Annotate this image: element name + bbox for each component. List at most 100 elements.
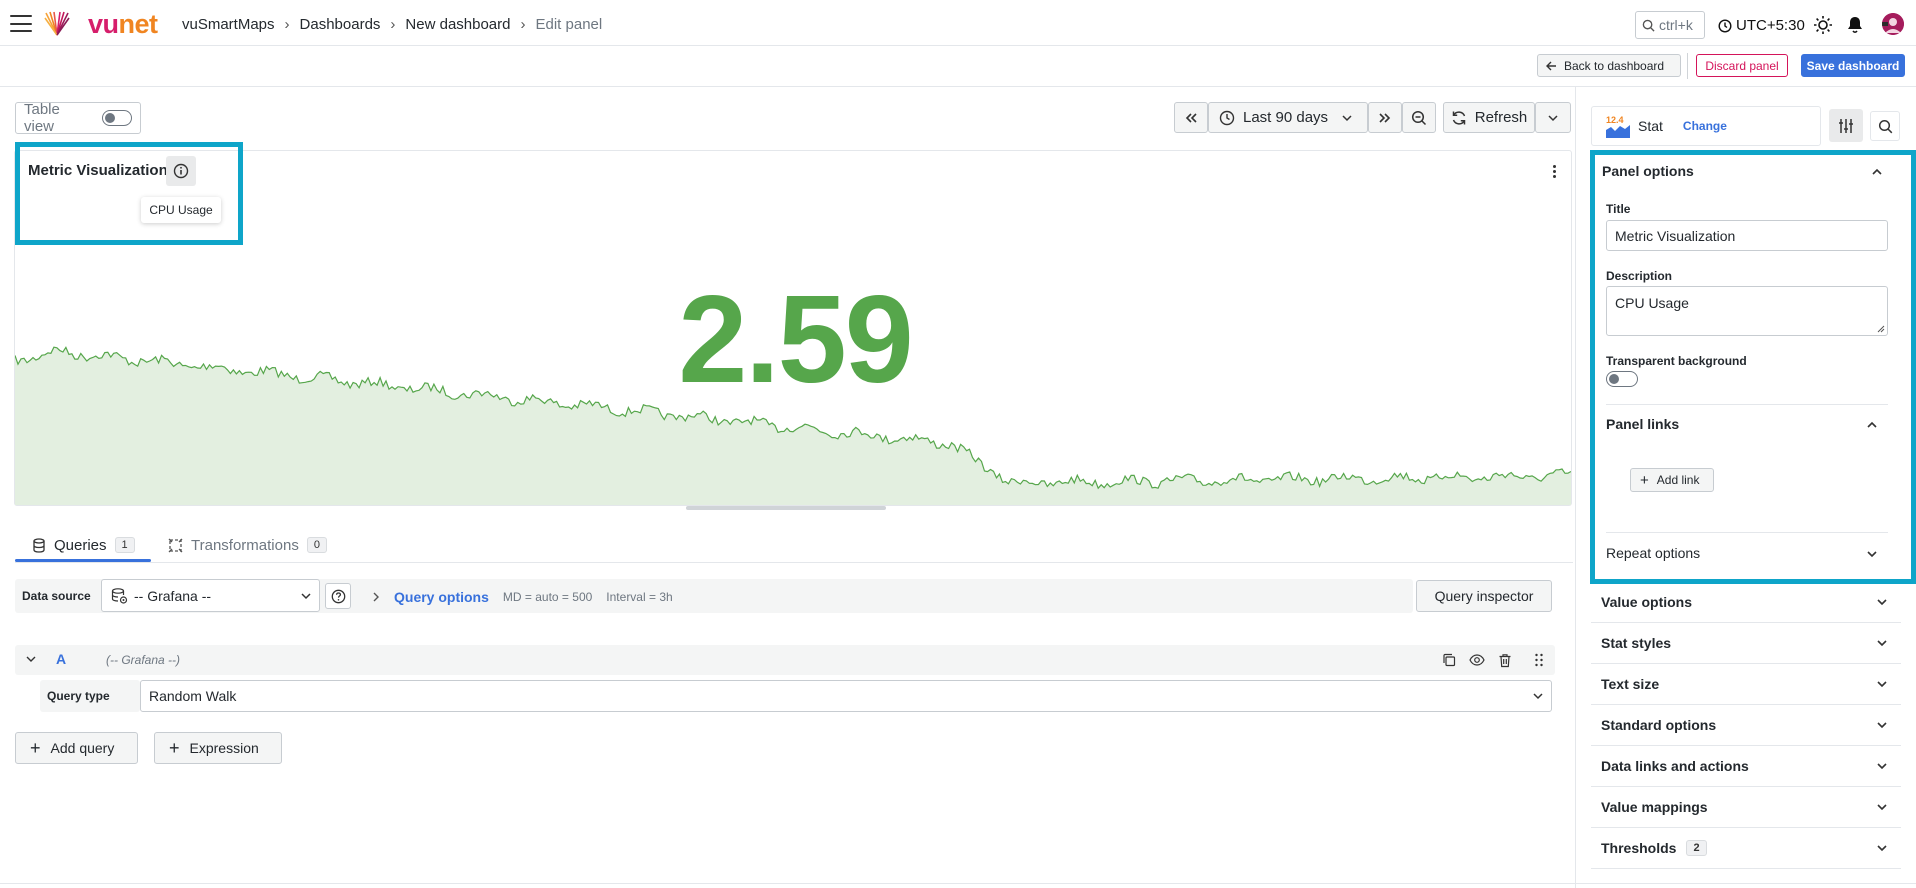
- datasource-help-button[interactable]: [325, 583, 351, 609]
- breadcrumb-item[interactable]: New dashboard: [405, 16, 510, 33]
- stat-value: 2.59: [678, 271, 913, 409]
- breadcrumb-item[interactable]: Dashboards: [300, 16, 381, 33]
- avatar[interactable]: [1882, 13, 1904, 35]
- delete-query-trash-icon[interactable]: [1496, 651, 1514, 669]
- collapse-chevron-icon[interactable]: [26, 654, 36, 664]
- notifications-icon[interactable]: [1846, 15, 1864, 35]
- description-value: CPU Usage: [1615, 295, 1689, 311]
- timezone-indicator[interactable]: UTC+5:30: [1718, 17, 1805, 34]
- value-mappings-section[interactable]: Value mappings: [1591, 787, 1901, 828]
- chevron-up-icon[interactable]: [1865, 418, 1879, 432]
- highlight-box-panel-header: [15, 142, 243, 245]
- theme-toggle-icon[interactable]: [1813, 15, 1833, 35]
- table-view-label: Table view: [24, 101, 60, 135]
- datasource-label: Data source: [22, 589, 91, 603]
- section-label: Value options: [1601, 594, 1693, 610]
- refresh-interval-dropdown[interactable]: [1535, 102, 1571, 133]
- chevron-down-icon: [1342, 114, 1352, 121]
- section-label: Value mappings: [1601, 799, 1708, 815]
- stat-styles-section[interactable]: Stat styles: [1591, 623, 1901, 664]
- search-placeholder: ctrl+k: [1659, 17, 1693, 33]
- change-visualization-link[interactable]: Change: [1683, 119, 1727, 133]
- query-options-toggle[interactable]: Query options MD = auto = 500 Interval =…: [372, 589, 673, 605]
- visualization-picker[interactable]: 12.4 Stat Change: [1591, 106, 1821, 146]
- hide-query-eye-icon[interactable]: [1468, 651, 1486, 669]
- section-divider: [1606, 404, 1888, 405]
- zoom-out-button[interactable]: [1402, 102, 1436, 133]
- title-field-label: Title: [1606, 202, 1631, 216]
- query-datasource-name: (-- Grafana --): [106, 653, 181, 667]
- datasource-select[interactable]: -- Grafana --: [101, 579, 320, 612]
- clock-icon: [1219, 110, 1235, 125]
- chevron-down-icon[interactable]: [1865, 547, 1879, 561]
- breadcrumb-separator-icon: ›: [390, 16, 396, 33]
- plus-icon: +: [1640, 471, 1649, 489]
- thresholds-section[interactable]: Thresholds 2: [1591, 828, 1901, 869]
- back-to-dashboard-button[interactable]: Back to dashboard: [1537, 54, 1681, 77]
- repeat-options-header[interactable]: Repeat options: [1606, 545, 1700, 561]
- arrow-left-icon: [1546, 61, 1556, 70]
- panel-menu-icon[interactable]: [1543, 160, 1565, 182]
- data-links-section[interactable]: Data links and actions: [1591, 746, 1901, 787]
- section-label: Text size: [1601, 676, 1660, 692]
- toggle-switch[interactable]: [101, 110, 132, 126]
- tab-transformations[interactable]: Transformations 0: [168, 534, 327, 556]
- transform-icon: [168, 538, 183, 552]
- description-textarea[interactable]: CPU Usage: [1606, 286, 1888, 336]
- add-query-button[interactable]: + Add query: [15, 732, 138, 764]
- page-bottom-border: [0, 883, 1916, 884]
- section-label: Data links and actions: [1601, 758, 1749, 774]
- add-link-button[interactable]: + Add link: [1630, 468, 1714, 492]
- menu-icon[interactable]: [10, 15, 32, 32]
- back-to-dashboard-label: Back to dashboard: [1564, 58, 1665, 73]
- title-input[interactable]: Metric Visualization: [1606, 220, 1888, 251]
- query-type-label: Query type: [40, 680, 140, 712]
- standard-options-section[interactable]: Standard options: [1591, 705, 1901, 746]
- panel-options-header[interactable]: Panel options: [1602, 163, 1694, 179]
- tab-transformations-count: 0: [306, 537, 327, 553]
- discard-panel-button[interactable]: Discard panel: [1696, 54, 1788, 77]
- save-dashboard-button[interactable]: Save dashboard: [1801, 54, 1905, 77]
- clock-icon: [1718, 18, 1732, 33]
- section-label: Thresholds: [1601, 840, 1677, 856]
- chevron-down-icon: [1877, 763, 1887, 770]
- resize-handle[interactable]: [686, 506, 886, 510]
- refresh-button[interactable]: Refresh: [1443, 102, 1535, 133]
- drag-handle-icon[interactable]: [1530, 651, 1548, 669]
- search-input[interactable]: ctrl+k: [1635, 11, 1705, 39]
- panel-links-header[interactable]: Panel links: [1606, 416, 1679, 432]
- query-inspector-button[interactable]: Query inspector: [1416, 580, 1552, 612]
- text-size-section[interactable]: Text size: [1591, 664, 1901, 705]
- brand-wordmark[interactable]: vunet: [88, 9, 158, 40]
- chevron-up-icon[interactable]: [1870, 165, 1884, 179]
- options-pane-divider: [1575, 87, 1576, 888]
- table-view-toggle[interactable]: Table view: [15, 101, 141, 135]
- query-type-select[interactable]: Random Walk: [140, 680, 1552, 712]
- search-options-button[interactable]: [1870, 111, 1900, 141]
- all-options-button[interactable]: [1829, 109, 1863, 142]
- toolbar-divider: [1687, 53, 1688, 79]
- value-options-section[interactable]: Value options: [1591, 582, 1901, 623]
- duplicate-query-icon[interactable]: [1440, 651, 1458, 669]
- transparent-background-toggle[interactable]: [1606, 371, 1638, 387]
- query-type-value: Random Walk: [149, 688, 237, 704]
- time-shift-back-button[interactable]: [1174, 102, 1208, 133]
- viz-icon-text: 12.4: [1606, 115, 1624, 125]
- add-expression-button[interactable]: + Expression: [154, 732, 282, 764]
- tabs-divider: [15, 562, 1573, 563]
- database-icon: [33, 537, 45, 553]
- query-a-header: [15, 645, 1555, 675]
- time-shift-forward-button[interactable]: [1368, 102, 1402, 133]
- breadcrumb-current: Edit panel: [535, 16, 603, 33]
- refresh-label: Refresh: [1474, 109, 1528, 126]
- breadcrumb-item[interactable]: vuSmartMaps: [182, 16, 275, 33]
- time-range-picker[interactable]: Last 90 days: [1208, 102, 1368, 133]
- tab-queries-count: 1: [114, 537, 135, 553]
- stat-viz-icon: 12.4: [1606, 115, 1630, 138]
- breadcrumb-separator-icon: ›: [284, 16, 290, 33]
- chevron-down-icon: [1877, 804, 1887, 811]
- resize-grip-icon[interactable]: [1877, 325, 1885, 333]
- query-ref-id[interactable]: A: [56, 651, 66, 667]
- tab-queries[interactable]: Queries 1: [32, 534, 135, 556]
- chevron-down-icon: [1877, 845, 1887, 852]
